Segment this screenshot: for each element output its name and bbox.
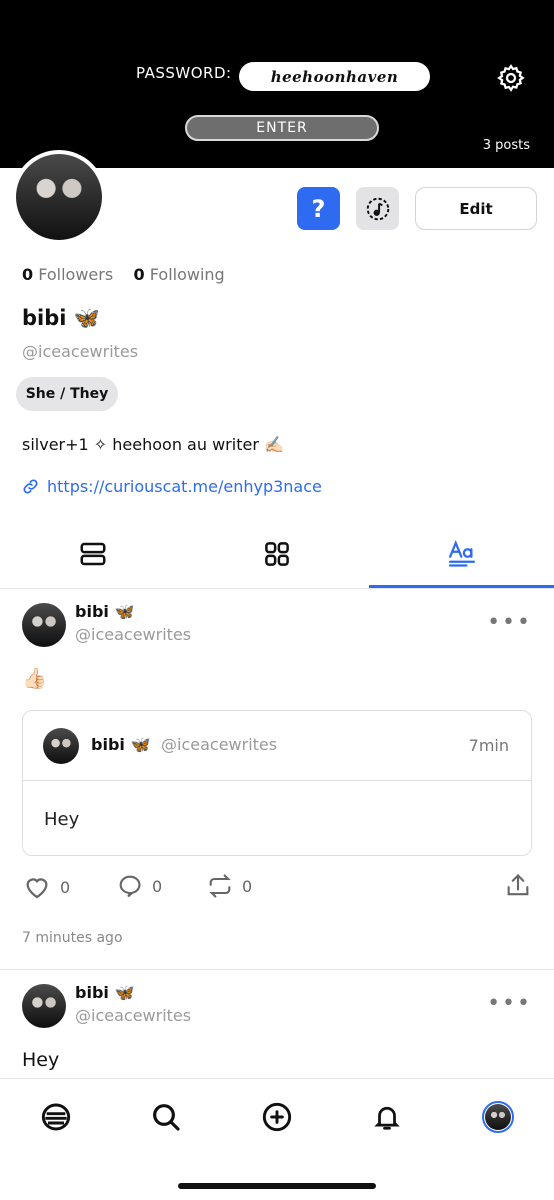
like-button[interactable]: 0 (22, 872, 70, 902)
profile-name: bibi 🦋 (22, 306, 100, 330)
avatar-photo (16, 154, 102, 240)
share-upload-icon (507, 874, 529, 896)
profile-bio: silver+1 ✧ heehoon au writer ✍🏻 (22, 435, 284, 454)
follow-stats: 0 Followers 0 Following (22, 265, 225, 284)
post-body: 👍🏻 (22, 666, 47, 690)
followers-count[interactable]: 0 (22, 265, 33, 284)
tab-posts-list[interactable] (0, 520, 185, 588)
post-avatar[interactable] (22, 984, 66, 1028)
quoted-post[interactable]: bibi 🦋 @iceacewrites 7min Hey (22, 710, 532, 856)
tab-media-grid[interactable] (185, 520, 369, 588)
quoted-post-time: 7min (468, 736, 509, 755)
share-button[interactable] (504, 872, 532, 900)
quoted-author-handle: @iceacewrites (161, 735, 278, 754)
post-divider (0, 969, 554, 970)
list-view-icon (80, 542, 105, 566)
profile-nav-avatar (482, 1101, 514, 1133)
nav-profile[interactable] (478, 1097, 518, 1137)
link-icon (23, 479, 38, 494)
nav-home[interactable] (36, 1097, 76, 1137)
quoted-post-body: Hey (44, 809, 80, 830)
following-count[interactable]: 0 (134, 265, 145, 284)
profile-tabs (0, 520, 554, 589)
repost-count: 0 (242, 876, 253, 896)
comment-button[interactable]: 0 (116, 872, 162, 900)
comment-bubble-icon (119, 875, 141, 898)
nav-notifications[interactable] (367, 1097, 407, 1137)
pronouns-badge: She / They (16, 377, 118, 411)
profile-nav-photo (485, 1104, 511, 1130)
music-note-icon (366, 197, 389, 220)
posts-count: 3 posts (482, 138, 530, 153)
profile-handle: @iceacewrites (22, 342, 139, 361)
grid-view-icon (265, 542, 289, 566)
comment-count: 0 (152, 876, 163, 896)
followers-label[interactable]: Followers (38, 265, 113, 284)
post-author-name[interactable]: bibi 🦋 (75, 602, 134, 621)
post-author-name[interactable]: bibi 🦋 (75, 983, 134, 1002)
post-author-handle[interactable]: @iceacewrites (75, 625, 191, 644)
home-logo-icon (41, 1103, 71, 1131)
like-count: 0 (60, 877, 71, 897)
music-button[interactable] (356, 187, 399, 230)
profile-link-text[interactable]: https://curiouscat.me/enhyp3nace (47, 477, 322, 496)
post-avatar[interactable] (22, 603, 66, 647)
add-circle-icon (262, 1102, 292, 1132)
text-format-icon (448, 539, 475, 567)
post-more-menu-icon[interactable]: ••• (487, 991, 532, 1016)
bottom-navigation (0, 1078, 554, 1200)
edit-profile-button[interactable]: Edit (415, 187, 537, 230)
post-body: Hey (22, 1049, 60, 1071)
post-more-menu-icon[interactable]: ••• (487, 610, 532, 635)
heart-icon (26, 878, 48, 899)
password-label: PASSWORD: (136, 64, 232, 82)
search-icon (153, 1104, 180, 1131)
profile-link[interactable]: https://curiouscat.me/enhyp3nace (22, 477, 322, 496)
nav-search[interactable] (146, 1097, 186, 1137)
profile-banner: PASSWORD: heehoonhaven ENTER 3 posts (0, 0, 554, 168)
quoted-post-avatar[interactable] (43, 728, 79, 764)
enter-button[interactable]: ENTER (185, 115, 379, 141)
following-label[interactable]: Following (150, 265, 225, 284)
quoted-author-name: bibi 🦋 (91, 735, 151, 754)
repost-button[interactable]: 0 (206, 872, 252, 900)
profile-avatar[interactable] (12, 150, 106, 244)
nav-create[interactable] (257, 1097, 297, 1137)
question-button[interactable]: ? (297, 187, 340, 230)
post-author-handle[interactable]: @iceacewrites (75, 1006, 191, 1025)
home-indicator (178, 1183, 376, 1189)
settings-gear-icon[interactable] (496, 63, 526, 93)
repost-icon (209, 874, 231, 898)
quoted-post-header: bibi 🦋 @iceacewrites 7min (23, 711, 531, 781)
bell-icon (374, 1106, 400, 1130)
tab-text-posts[interactable] (369, 520, 554, 588)
post-actions: 0 0 0 (22, 872, 532, 908)
password-field[interactable]: heehoonhaven (239, 62, 430, 91)
post-timestamp: 7 minutes ago (22, 930, 123, 946)
